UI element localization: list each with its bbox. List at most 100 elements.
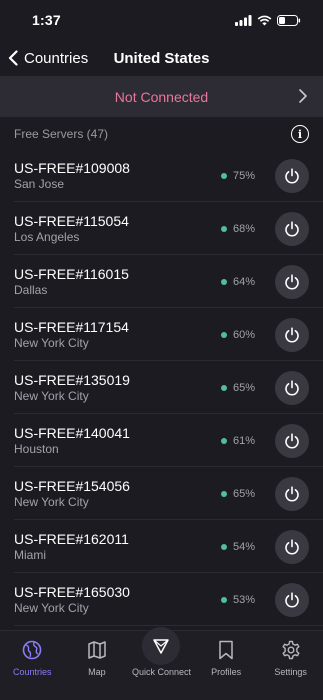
map-icon — [87, 639, 107, 661]
server-name: US-FREE#154056 — [14, 477, 130, 494]
server-city: Miami — [14, 547, 46, 562]
connection-status-banner[interactable]: Not Connected — [0, 76, 323, 117]
power-icon — [285, 167, 299, 183]
server-info: US-FREE#140041 Houston — [14, 425, 221, 457]
quick-connect-icon — [142, 627, 181, 665]
server-info: US-FREE#135019 New York City — [14, 372, 221, 404]
power-icon — [285, 326, 299, 342]
load-value: 60% — [232, 328, 255, 341]
status-icons — [235, 14, 301, 26]
power-icon — [285, 432, 299, 448]
tab-label: Countries — [13, 667, 52, 677]
server-info: US-FREE#115054 Los Angeles — [14, 213, 221, 245]
server-row[interactable]: US-FREE#109008 San Jose 75% — [0, 149, 323, 202]
server-city: New York City — [14, 494, 89, 509]
server-info: US-FREE#154056 New York City — [14, 478, 221, 510]
load-value: 75% — [232, 169, 255, 182]
server-row[interactable]: US-FREE#162011 Miami 54% — [0, 520, 323, 573]
load-value: 64% — [232, 275, 255, 288]
signal-icon — [235, 14, 252, 26]
server-load: 60% — [220, 328, 255, 341]
load-indicator-dot — [220, 543, 227, 550]
connect-button[interactable] — [275, 317, 309, 352]
load-indicator-dot — [220, 225, 227, 232]
power-icon — [285, 485, 299, 501]
load-value: 65% — [232, 487, 255, 500]
server-info: US-FREE#117154 New York City — [14, 319, 221, 351]
server-name: US-FREE#117154 — [14, 318, 129, 335]
tab-label: Settings — [274, 667, 307, 677]
load-value: 61% — [232, 434, 255, 447]
wifi-icon — [257, 15, 272, 25]
power-icon — [285, 591, 299, 607]
server-load: 65% — [220, 381, 255, 394]
server-info: US-FREE#109008 San Jose — [14, 160, 221, 192]
tab-settings[interactable]: Settings — [259, 639, 323, 677]
chevron-left-icon — [8, 50, 18, 66]
server-row[interactable]: US-FREE#116015 Dallas 64% — [0, 255, 323, 308]
globe-icon — [22, 639, 42, 661]
load-indicator-dot — [220, 384, 227, 391]
load-value: 65% — [232, 381, 255, 394]
connect-button[interactable] — [275, 158, 309, 193]
tab-map[interactable]: Map — [65, 639, 129, 677]
tab-bar: Countries Map Quick Connect Profiles Set… — [0, 627, 323, 700]
connect-button[interactable] — [275, 264, 309, 299]
load-value: 54% — [232, 540, 255, 553]
server-list: US-FREE#109008 San Jose 75% US-FREE#1150… — [0, 149, 323, 626]
server-name: US-FREE#165030 — [14, 583, 130, 600]
server-name: US-FREE#116015 — [14, 265, 129, 282]
load-indicator-dot — [220, 172, 227, 179]
load-indicator-dot — [220, 596, 227, 603]
load-indicator-dot — [220, 490, 227, 497]
gear-icon — [281, 639, 301, 661]
connect-button[interactable] — [275, 370, 309, 405]
load-indicator-dot — [220, 437, 227, 444]
server-load: 54% — [220, 540, 255, 553]
server-load: 65% — [220, 487, 255, 500]
server-load: 53% — [220, 593, 255, 606]
server-name: US-FREE#135019 — [14, 371, 130, 388]
server-info: US-FREE#165030 New York City — [14, 584, 221, 616]
server-name: US-FREE#140041 — [14, 424, 130, 441]
chevron-right-icon — [299, 89, 307, 103]
tab-quick-connect[interactable]: Quick Connect — [129, 627, 193, 677]
connect-button[interactable] — [275, 476, 309, 511]
status-bar: 1:37 — [0, 0, 323, 40]
power-icon — [285, 538, 299, 554]
server-row[interactable]: US-FREE#115054 Los Angeles 68% — [0, 202, 323, 255]
back-label: Countries — [24, 49, 89, 67]
status-time: 1:37 — [32, 12, 61, 28]
server-row[interactable]: US-FREE#117154 New York City 60% — [0, 308, 323, 361]
server-load: 75% — [220, 169, 255, 182]
server-row[interactable]: US-FREE#154056 New York City 65% — [0, 467, 323, 520]
connect-button[interactable] — [275, 529, 309, 564]
server-city: Los Angeles — [14, 229, 80, 244]
load-indicator-dot — [220, 278, 227, 285]
bookmark-icon — [218, 639, 234, 661]
server-row[interactable]: US-FREE#140041 Houston 61% — [0, 414, 323, 467]
section-header: Free Servers (47) i — [0, 120, 323, 148]
load-value: 68% — [232, 222, 255, 235]
server-row[interactable]: US-FREE#135019 New York City 65% — [0, 361, 323, 414]
server-city: Dallas — [14, 282, 48, 297]
server-name: US-FREE#115054 — [14, 212, 129, 229]
connect-button[interactable] — [275, 423, 309, 458]
connect-button[interactable] — [275, 211, 309, 246]
server-city: Houston — [14, 441, 59, 456]
connection-status-text: Not Connected — [114, 88, 209, 105]
info-icon[interactable]: i — [291, 125, 309, 143]
server-info: US-FREE#116015 Dallas — [14, 266, 221, 298]
connect-button[interactable] — [275, 582, 309, 617]
power-icon — [285, 379, 299, 395]
tab-countries[interactable]: Countries — [0, 639, 64, 677]
server-city: New York City — [14, 335, 89, 350]
load-value: 53% — [232, 593, 255, 606]
server-name: US-FREE#109008 — [14, 159, 130, 176]
back-button[interactable]: Countries — [0, 50, 88, 67]
server-load: 61% — [220, 434, 255, 447]
server-city: New York City — [14, 600, 89, 615]
server-row[interactable]: US-FREE#165030 New York City 53% — [0, 573, 323, 626]
tab-profiles[interactable]: Profiles — [194, 639, 258, 677]
tab-label: Quick Connect — [131, 667, 191, 677]
